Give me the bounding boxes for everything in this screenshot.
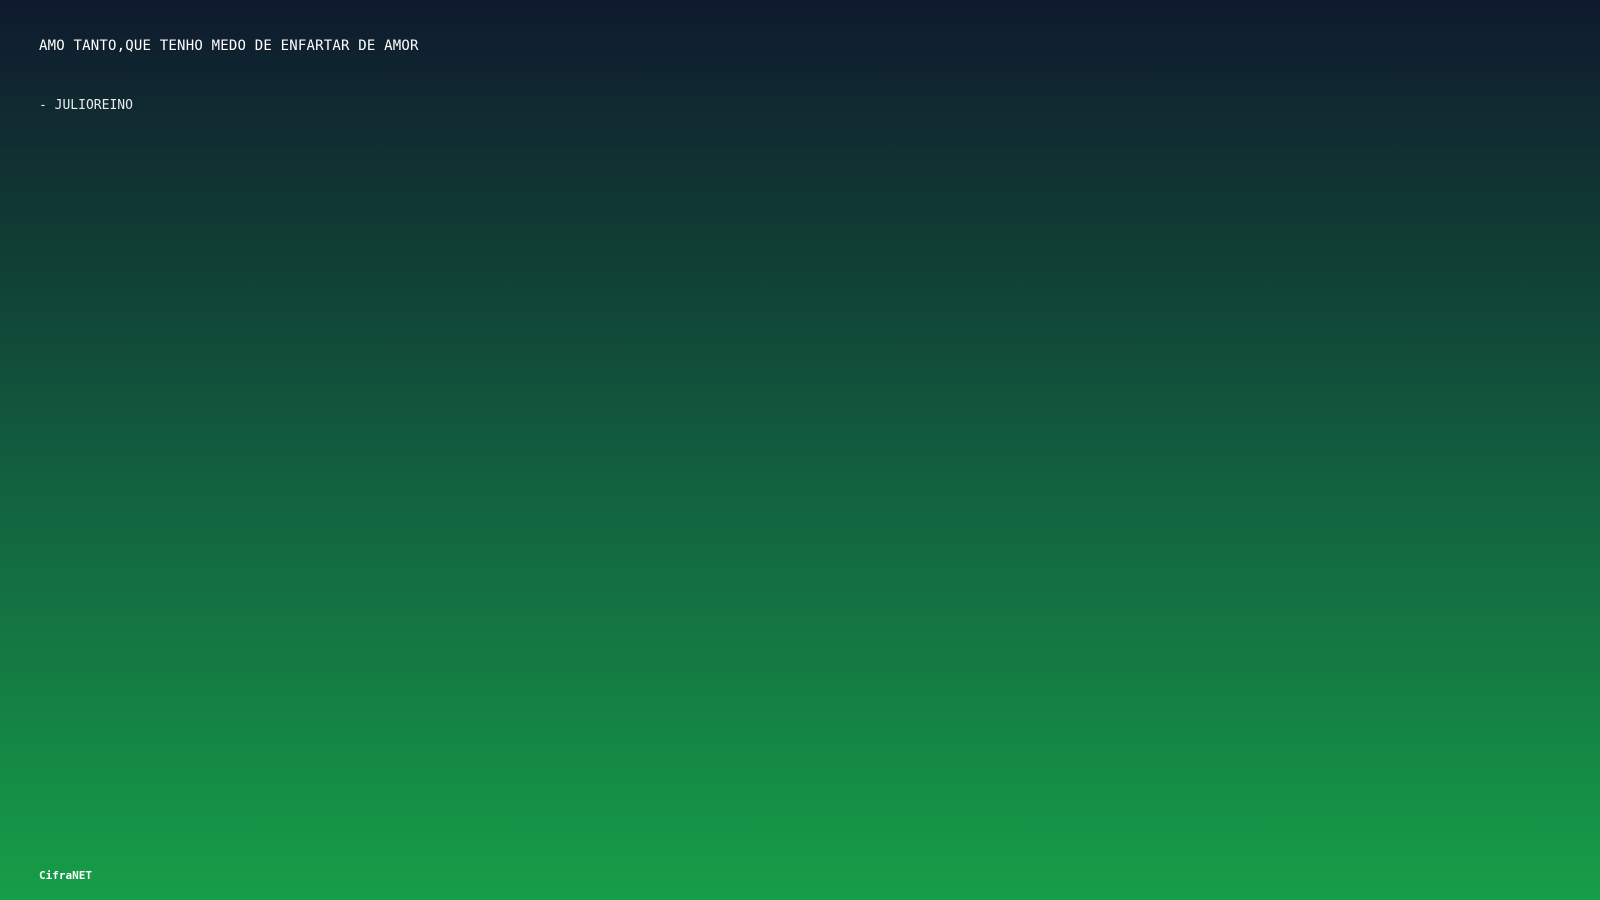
brand-logo-text: CifraNET (39, 869, 92, 882)
quote-text: AMO TANTO,QUE TENHO MEDO DE ENFARTAR DE … (39, 38, 419, 54)
quote-author: - JULIOREINO (39, 98, 133, 113)
